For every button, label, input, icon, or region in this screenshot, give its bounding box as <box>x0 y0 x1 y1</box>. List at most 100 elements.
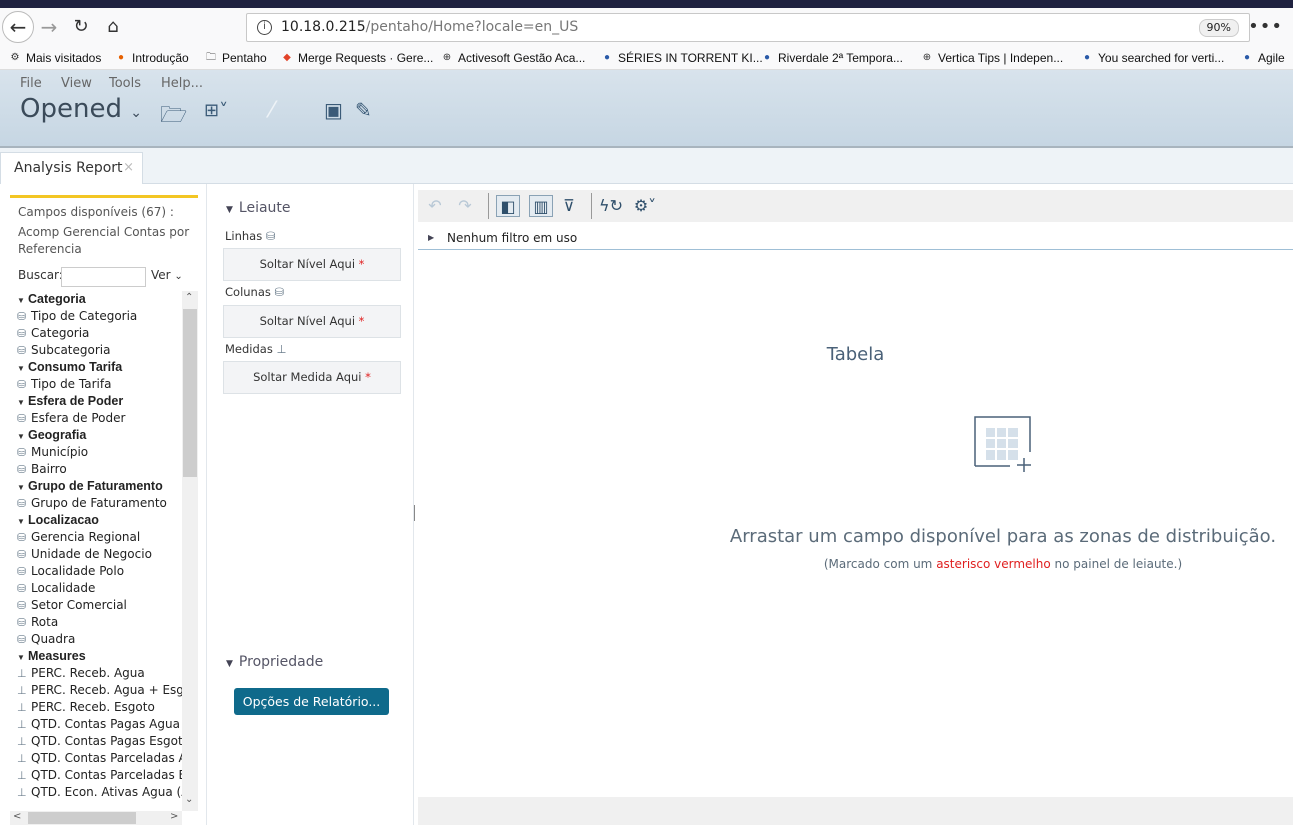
auto-refresh-icon[interactable]: ϟ↻ <box>599 195 623 217</box>
properties-section-header[interactable]: ▼ Propriedade <box>226 654 323 670</box>
scroll-left-icon[interactable]: < <box>13 811 21 822</box>
url-bar[interactable]: i 10.18.0.215/pentaho/Home?locale=en_US … <box>246 13 1250 42</box>
tree-item-label: Measures <box>28 649 86 663</box>
bookmark-label: SÉRIES IN TORRENT KI... <box>618 51 763 65</box>
tree-level[interactable]: ⛁ Grupo de Faturamento <box>0 495 182 512</box>
filter-icon[interactable]: ⊽ <box>557 195 581 217</box>
app-header: File View Tools Help... Opened ⌄ 🗁 ⊞˅ ⁄ … <box>0 70 1293 148</box>
tree-item-label: Tipo de Categoria <box>31 309 138 323</box>
search-input[interactable] <box>61 267 146 287</box>
new-file-icon[interactable]: ⊞˅ <box>204 100 228 121</box>
menu-view[interactable]: View <box>61 76 92 91</box>
collapse-icon: ▼ <box>17 483 25 492</box>
tree-level[interactable]: ⛁ Localidade Polo <box>0 563 182 580</box>
collapse-icon: ▼ <box>226 205 233 215</box>
measures-drop-zone[interactable]: Soltar Medida Aqui * <box>223 361 401 394</box>
tree-measure[interactable]: ⊥ QTD. Contas Pagas Esgoto <box>0 733 182 750</box>
zoom-indicator[interactable]: 90% <box>1198 19 1239 37</box>
tree-measure[interactable]: ⊥ PERC. Receb. Agua + Esgoto <box>0 682 182 699</box>
measure-icon: ⊥ <box>17 667 27 680</box>
expand-icon[interactable]: ▶ <box>428 228 434 248</box>
tree-measure[interactable]: ⊥ PERC. Receb. Esgoto <box>0 699 182 716</box>
reload-button[interactable]: ↻ <box>66 12 96 42</box>
close-icon[interactable]: × <box>123 153 134 183</box>
bookmark-item[interactable]: ● SÉRIES IN TORRENT KI... <box>600 51 763 65</box>
menu-help[interactable]: Help... <box>161 76 203 91</box>
bookmark-label: Riverdale 2ª Tempora... <box>778 51 903 65</box>
bookmark-item[interactable]: 🗀 Pentaho <box>204 51 267 65</box>
status-bar <box>418 797 1293 825</box>
bookmark-item[interactable]: ⊕ Activesoft Gestão Aca... <box>440 51 586 65</box>
tree-group[interactable]: ▼ Geografia <box>0 427 182 444</box>
tree-group[interactable]: ▼ Consumo Tarifa <box>0 359 182 376</box>
tree-level[interactable]: ⛁ Unidade de Negocio <box>0 546 182 563</box>
panel-splitter[interactable] <box>414 505 415 521</box>
scroll-down-icon[interactable]: ⌄ <box>185 794 193 805</box>
tree-group[interactable]: ▼ Localizacao <box>0 512 182 529</box>
save-icon[interactable]: ▣ <box>324 98 343 122</box>
layout-panel-toggle-icon[interactable]: ◧ <box>496 195 520 217</box>
bookmark-item[interactable]: ● Riverdale 2ª Tempora... <box>760 51 903 65</box>
layout-title: Leiaute <box>238 200 291 216</box>
back-button[interactable]: ← <box>2 11 34 43</box>
tree-group[interactable]: ▼ Measures <box>0 648 182 665</box>
tree-group[interactable]: ▼ Grupo de Faturamento <box>0 478 182 495</box>
tab-analysis-report[interactable]: Analysis Report × <box>0 152 143 184</box>
tree-level[interactable]: ⛁ Esfera de Poder <box>0 410 182 427</box>
filter-bar[interactable]: ▶ Nenhum filtro em uso <box>418 228 1293 250</box>
tree-group[interactable]: ▼ Esfera de Poder <box>0 393 182 410</box>
scroll-thumb[interactable] <box>183 309 197 477</box>
bookmark-item[interactable]: ● Introdução <box>114 51 189 65</box>
horizontal-scrollbar[interactable]: < > <box>10 811 182 825</box>
menu-tools[interactable]: Tools <box>109 76 141 91</box>
tree-level[interactable]: ⛁ Tipo de Tarifa <box>0 376 182 393</box>
scroll-up-icon[interactable]: ⌃ <box>185 292 193 303</box>
undo-icon[interactable]: ↶ <box>423 195 447 217</box>
tree-group[interactable]: ▼ Categoria <box>0 291 182 308</box>
tree-measure[interactable]: ⊥ QTD. Contas Parceladas Agua <box>0 750 182 767</box>
available-fields-panel: Campos disponíveis (67) : Acomp Gerencia… <box>0 184 207 825</box>
redo-icon[interactable]: ↷ <box>453 195 477 217</box>
scroll-thumb[interactable] <box>28 812 136 824</box>
tree-measure[interactable]: ⊥ PERC. Receb. Agua <box>0 665 182 682</box>
info-icon[interactable]: i <box>257 20 272 35</box>
more-icon[interactable]: ••• <box>1248 16 1283 37</box>
rows-drop-zone[interactable]: Soltar Nível Aqui * <box>223 248 401 281</box>
tree-measure[interactable]: ⊥ QTD. Econ. Ativas Agua (Atual) <box>0 784 182 801</box>
columns-drop-zone[interactable]: Soltar Nível Aqui * <box>223 305 401 338</box>
layout-section-header[interactable]: ▼ Leiaute <box>226 200 291 216</box>
tree-level[interactable]: ⛁ Setor Comercial <box>0 597 182 614</box>
bookmark-item[interactable]: ◆ Merge Requests · Gere... <box>280 51 433 65</box>
tree-level[interactable]: ⛁ Bairro <box>0 461 182 478</box>
forward-button[interactable]: → <box>34 12 64 42</box>
tree-item-label: Subcategoria <box>31 343 111 357</box>
scroll-right-icon[interactable]: > <box>170 811 178 822</box>
report-options-button[interactable]: Opções de Relatório... <box>234 688 389 715</box>
home-button[interactable]: ⌂ <box>98 12 128 42</box>
tree-level[interactable]: ⛁ Município <box>0 444 182 461</box>
tree-level[interactable]: ⛁ Quadra <box>0 631 182 648</box>
tree-level[interactable]: ⛁ Tipo de Categoria <box>0 308 182 325</box>
tree-level[interactable]: ⛁ Subcategoria <box>0 342 182 359</box>
bookmark-item[interactable]: ⚙ Mais visitados <box>8 51 102 65</box>
open-folder-icon[interactable]: 🗁 <box>160 98 187 136</box>
bookmark-item[interactable]: ⊕ Vertica Tips | Indepen... <box>920 51 1063 65</box>
bookmark-item[interactable]: ● Agile <box>1240 51 1285 65</box>
save-as-icon[interactable]: ✎ <box>355 98 372 122</box>
level-icon: ⛁ <box>17 565 27 578</box>
tree-level[interactable]: ⛁ Rota <box>0 614 182 631</box>
tree-measure[interactable]: ⊥ QTD. Contas Pagas Agua <box>0 716 182 733</box>
tree-level[interactable]: ⛁ Localidade <box>0 580 182 597</box>
fields-panel-toggle-icon[interactable]: ▥ <box>529 195 553 217</box>
tree-measure[interactable]: ⊥ QTD. Contas Parceladas Esgoto <box>0 767 182 784</box>
bookmark-item[interactable]: ● You searched for verti... <box>1080 51 1224 65</box>
required-marker: * <box>358 257 365 271</box>
tree-level[interactable]: ⛁ Gerencia Regional <box>0 529 182 546</box>
perspective-dropdown[interactable]: Opened ⌄ <box>20 94 142 124</box>
vertical-scrollbar[interactable]: ⌃ ⌄ <box>182 291 198 811</box>
tree-level[interactable]: ⛁ Categoria <box>0 325 182 342</box>
menu-file[interactable]: File <box>20 76 42 91</box>
settings-icon[interactable]: ⚙˅ <box>630 195 660 217</box>
collapse-icon: ▼ <box>226 659 233 669</box>
view-dropdown[interactable]: Ver ⌄ <box>151 268 183 282</box>
